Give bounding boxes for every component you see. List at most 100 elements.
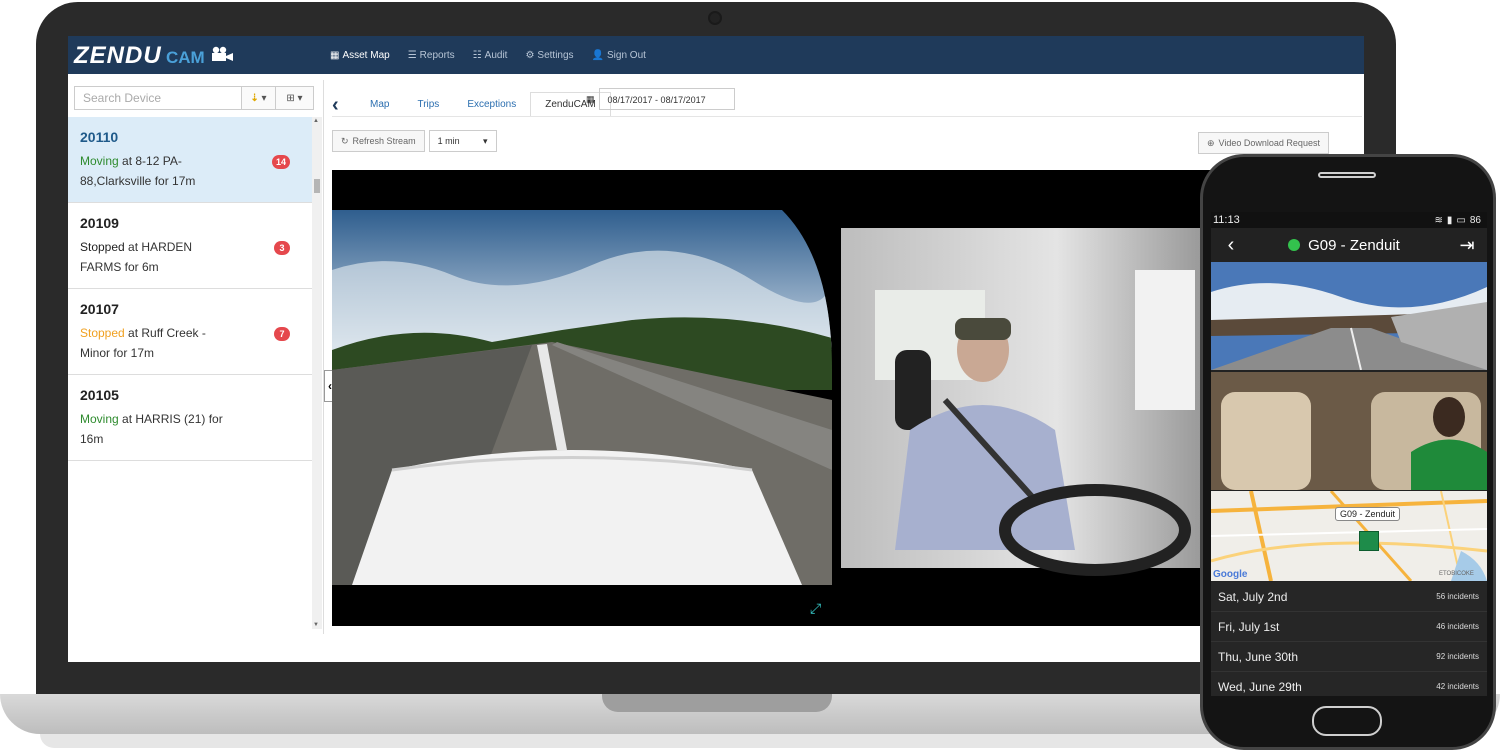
stage: ZENDU CAM ▦ Asset Map ☰ Reports ☷ Audit ⚙ Setti…: [0, 0, 1500, 754]
incident-day-row[interactable]: Sat, July 2nd 56 incidents: [1211, 582, 1487, 612]
sort-button[interactable]: ⇣ ▾: [242, 86, 276, 110]
incident-day-count: 92 incidents: [1436, 652, 1479, 661]
google-logo: Google: [1213, 569, 1248, 580]
nav-icon: ⚙: [525, 49, 535, 61]
phone-header: ‹ G09 - Zenduit ⇥: [1211, 228, 1487, 262]
incident-day-count: 46 incidents: [1436, 622, 1479, 631]
nav-label: Reports: [419, 49, 455, 61]
incident-day-row[interactable]: Thu, June 30th 92 incidents: [1211, 642, 1487, 672]
device-status: Stopped at HARDEN FARMS for 6m: [80, 237, 230, 277]
interval-select[interactable]: 1 min ▾: [428, 130, 497, 152]
date-range-input[interactable]: 08/17/2017 - 08/17/2017: [598, 88, 735, 110]
scroll-thumb[interactable]: [314, 179, 320, 193]
device-status: Moving at 8-12 PA-88,Clarksville for 17m: [80, 151, 230, 191]
incident-count-badge: 7: [274, 327, 290, 341]
signal-icon: ▮: [1446, 214, 1453, 226]
search-row: ⇣ ▾ ⊞ ▾: [74, 86, 314, 110]
incident-day-count: 56 incidents: [1436, 592, 1479, 601]
device-list: 20110 Moving at 8-12 PA-88,Clarksville fo…: [68, 117, 312, 629]
tab-bar: ‹ Map Trips Exceptions ZenduCAM: [332, 88, 611, 116]
logo-sub-text: CAM: [166, 48, 205, 67]
device-item-20107[interactable]: 20107 Stopped at Ruff Creek - Minor for 1…: [68, 289, 312, 375]
group-button[interactable]: ⊞ ▾: [276, 86, 314, 110]
wifi-icon: ≋: [1434, 214, 1443, 226]
hierarchy-icon: ⊞: [286, 92, 295, 104]
nav-label: Settings: [537, 49, 574, 61]
device-list-scrollbar[interactable]: ▲ ▼: [312, 117, 322, 629]
phone-map[interactable]: G09 - Zenduit Google ETOBICOKE: [1211, 491, 1487, 581]
phone-speaker: [1318, 172, 1376, 178]
date-range-picker[interactable]: ▦ 08/17/2017 - 08/17/2017: [586, 88, 735, 110]
phone-home-button[interactable]: [1312, 706, 1382, 736]
incident-count-badge: 14: [271, 155, 290, 169]
device-status-word: Stopped: [80, 240, 125, 254]
scroll-down-icon[interactable]: ▼: [313, 622, 319, 628]
tab-trips[interactable]: Trips: [403, 93, 453, 116]
phone-road-video[interactable]: [1211, 262, 1487, 370]
status-icons: ≋ ▮ ▭ 86: [1435, 215, 1481, 226]
webcam: [708, 11, 722, 25]
nav-asset-map[interactable]: ▦ Asset Map: [330, 50, 390, 61]
nav-label: Sign Out: [607, 49, 646, 61]
refresh-stream-label: Refresh Stream: [352, 136, 416, 146]
refresh-icon: ↻: [341, 135, 349, 146]
laptop-screen: ZENDU CAM ▦ Asset Map ☰ Reports ☷ Audit ⚙ Setti…: [68, 36, 1364, 662]
nav-sign-out[interactable]: 👤 Sign Out: [592, 50, 646, 61]
road-facing-video[interactable]: [332, 170, 832, 626]
laptop-notch: [602, 694, 832, 712]
calendar-icon: ▦: [586, 93, 595, 104]
battery-icon: ▭: [1456, 214, 1466, 226]
incident-day-row[interactable]: Wed, June 29th 42 incidents: [1211, 672, 1487, 696]
device-id: 20110: [80, 129, 119, 145]
nav-audit[interactable]: ☷ Audit: [473, 50, 508, 61]
tab-map[interactable]: Map: [356, 93, 403, 116]
exit-icon[interactable]: ⇥: [1447, 235, 1487, 256]
fullscreen-icon[interactable]: ⤢: [810, 600, 821, 617]
device-item-20110[interactable]: 20110 Moving at 8-12 PA-88,Clarksville fo…: [68, 117, 312, 203]
incident-day-date: Fri, July 1st: [1218, 619, 1280, 634]
device-status: Stopped at Ruff Creek - Minor for 17m: [80, 323, 230, 363]
nav-settings[interactable]: ⚙ Settings: [525, 50, 573, 61]
device-status-word: Stopped: [80, 326, 125, 340]
incident-day-list: Sat, July 2nd 56 incidents Fri, July 1st 46…: [1211, 582, 1487, 696]
nav-icon: ☰: [407, 49, 417, 61]
back-chevron-icon[interactable]: ‹: [332, 94, 356, 116]
nav-icon: 👤: [591, 49, 605, 61]
incident-day-date: Thu, June 30th: [1218, 649, 1299, 664]
phone-cabin-video[interactable]: [1211, 372, 1487, 490]
battery-level: 86: [1469, 214, 1481, 226]
incident-day-date: Wed, June 29th: [1218, 679, 1302, 694]
device-item-20105[interactable]: 20105 Moving at HARRIS (21) for 16m: [68, 375, 312, 461]
device-sidebar: ⇣ ▾ ⊞ ▾ 20110 Moving at 8-12 PA-88,Clarks…: [68, 80, 324, 634]
online-status-dot: [1288, 239, 1301, 251]
nav-icon: ☷: [472, 49, 482, 61]
phone-screen: 11:13 ≋ ▮ ▭ 86 ‹ G09 - Zenduit ⇥ G09 - Z…: [1211, 212, 1487, 696]
incident-day-row[interactable]: Fri, July 1st 46 incidents: [1211, 612, 1487, 642]
app-logo[interactable]: ZENDU CAM: [68, 36, 238, 74]
nav-reports[interactable]: ☰ Reports: [408, 50, 455, 61]
vehicle-title: G09 - Zenduit: [1241, 237, 1447, 254]
logo-main-text: ZENDU: [74, 42, 162, 69]
video-download-request-button[interactable]: ⊕ Video Download Request: [1198, 132, 1329, 154]
device-id: 20105: [80, 387, 119, 403]
top-navbar: ZENDU CAM ▦ Asset Map ☰ Reports ☷ Audit ⚙ Setti…: [68, 36, 1364, 74]
tab-exceptions[interactable]: Exceptions: [453, 93, 530, 116]
search-device-input[interactable]: [74, 86, 242, 110]
device-item-20109[interactable]: 20109 Stopped at HARDEN FARMS for 6m 3: [68, 203, 312, 289]
sort-icon: ⇣: [250, 92, 259, 104]
phone-time: 11:13: [1213, 214, 1240, 226]
vehicle-title-text: G09 - Zenduit: [1308, 236, 1400, 254]
phone-status-bar: 11:13 ≋ ▮ ▭ 86: [1211, 212, 1487, 228]
incident-count-badge: 3: [274, 241, 290, 255]
download-icon: ⊕: [1207, 137, 1215, 148]
scroll-up-icon[interactable]: ▲: [313, 118, 319, 124]
caret-down-icon: ▾: [483, 135, 488, 146]
vehicle-marker[interactable]: [1359, 531, 1379, 551]
device-id: 20109: [80, 215, 119, 231]
refresh-stream-button[interactable]: ↻ Refresh Stream: [332, 130, 425, 152]
nav-icon: ▦: [330, 49, 340, 61]
nav-label: Asset Map: [342, 49, 390, 61]
incident-day-date: Sat, July 2nd: [1218, 589, 1288, 604]
interval-value: 1 min: [437, 136, 460, 146]
tab-divider: [332, 116, 1362, 117]
